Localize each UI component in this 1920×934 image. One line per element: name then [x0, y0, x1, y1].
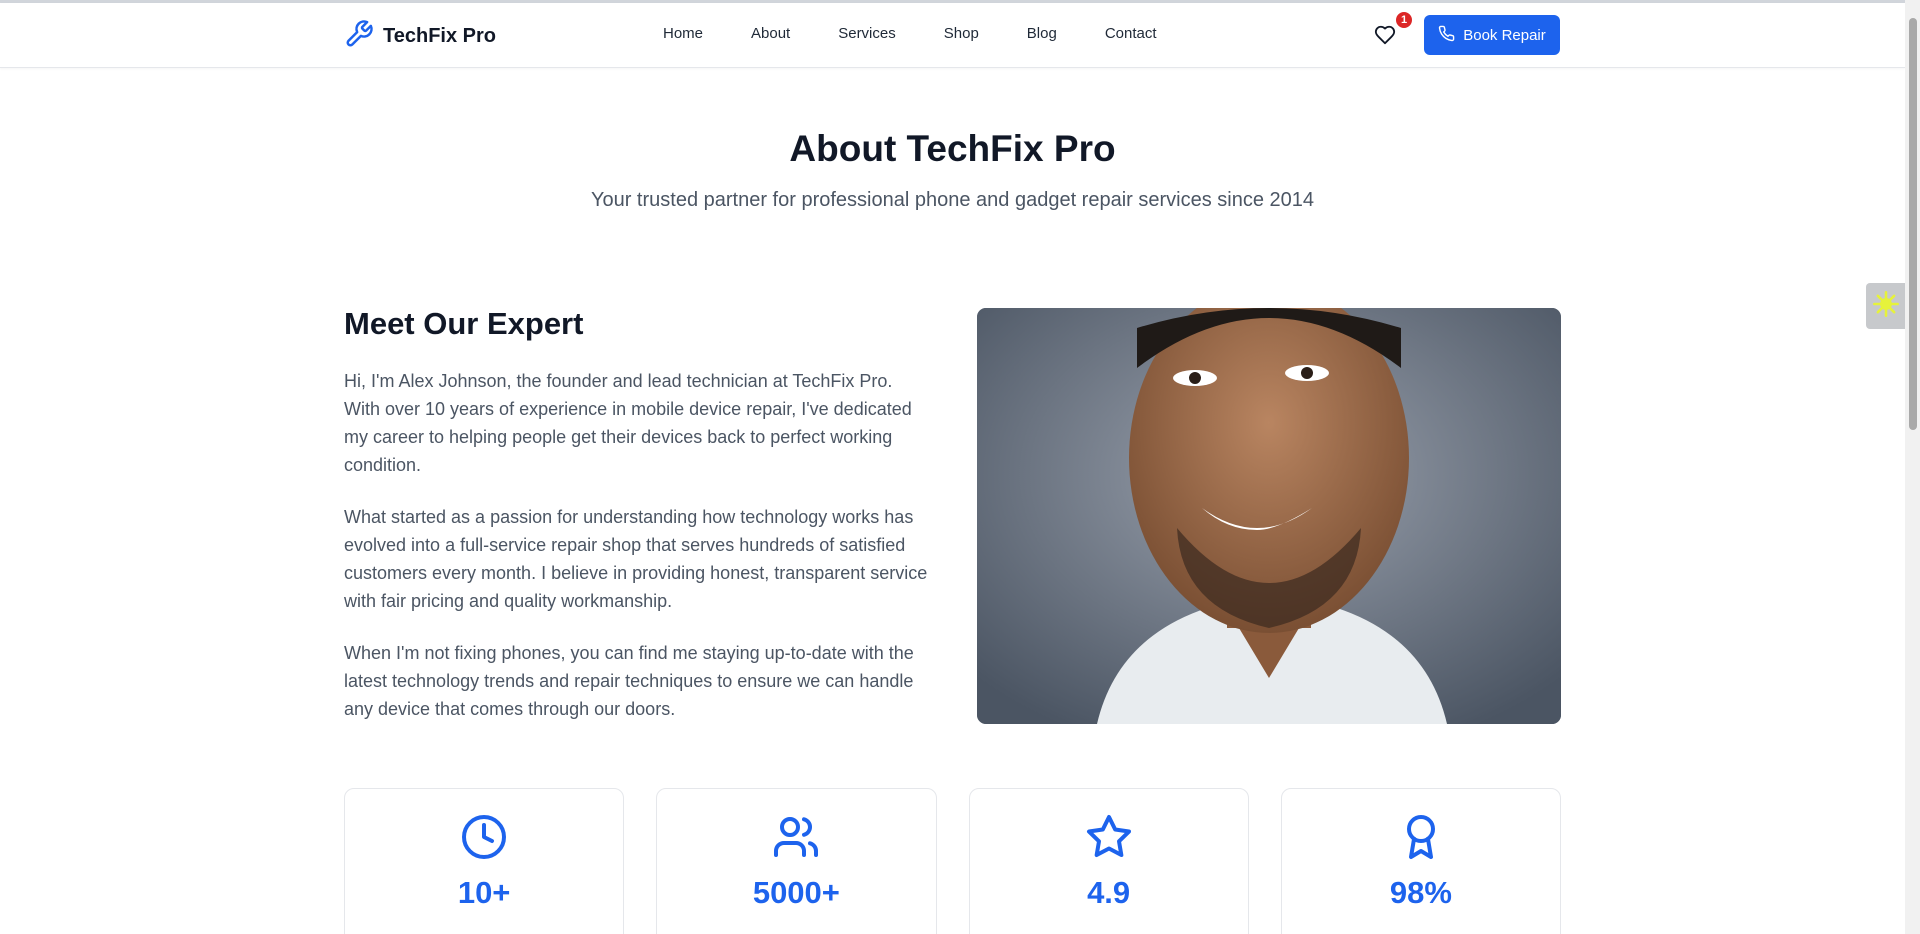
book-repair-label: Book Repair [1463, 26, 1546, 44]
stats-row: 10+ 5000+ 4.9 98% [344, 788, 1561, 934]
stat-card: 10+ [344, 788, 625, 934]
book-repair-button[interactable]: Book Repair [1424, 15, 1560, 55]
page-title: About TechFix Pro [789, 128, 1116, 169]
accessibility-widget-button[interactable] [1866, 283, 1906, 329]
expert-bio: Hi, I'm Alex Johnson, the founder and le… [344, 367, 930, 747]
stat-card: 4.9 [968, 788, 1249, 934]
clock-icon [460, 813, 508, 861]
star-icon [1085, 813, 1133, 861]
bio-paragraph: When I'm not fixing phones, you can find… [344, 643, 914, 719]
scrollbar-thumb[interactable] [1909, 18, 1917, 430]
brand-logo[interactable]: TechFix Pro [344, 19, 496, 54]
stat-card: 98% [1280, 788, 1561, 934]
nav-contact[interactable]: Contact [1105, 25, 1157, 42]
stat-value: 5000+ [752, 875, 840, 910]
wrench-icon [344, 19, 374, 54]
wishlist-count-badge: 1 [1394, 10, 1414, 30]
nav-shop[interactable]: Shop [944, 25, 979, 42]
heart-icon [1374, 25, 1396, 50]
portrait-illustration [977, 308, 1561, 724]
nav-blog[interactable]: Blog [1027, 25, 1057, 42]
sparkle-icon [1872, 290, 1900, 323]
wishlist-button[interactable] [1374, 24, 1398, 48]
site-header: TechFix Pro Home About Services Shop Blo… [0, 3, 1905, 68]
nav-home[interactable]: Home [663, 25, 703, 42]
stat-value: 98% [1389, 875, 1452, 910]
expert-section-title: Meet Our Expert [344, 306, 584, 341]
nav-services[interactable]: Services [838, 25, 896, 42]
users-icon [772, 813, 820, 861]
expert-photo [977, 308, 1561, 724]
award-icon [1397, 813, 1445, 861]
stat-card: 5000+ [656, 788, 937, 934]
stat-value: 4.9 [1087, 875, 1131, 910]
brand-name: TechFix Pro [383, 25, 496, 47]
nav-about[interactable]: About [751, 25, 790, 42]
page-subtitle: Your trusted partner for professional ph… [590, 189, 1315, 211]
bio-paragraph: Hi, I'm Alex Johnson, the founder and le… [344, 371, 912, 475]
bio-paragraph: What started as a passion for understand… [344, 507, 928, 611]
phone-icon [1438, 25, 1455, 46]
stat-value: 10+ [457, 875, 511, 910]
main-nav: Home About Services Shop Blog Contact [663, 25, 1157, 42]
